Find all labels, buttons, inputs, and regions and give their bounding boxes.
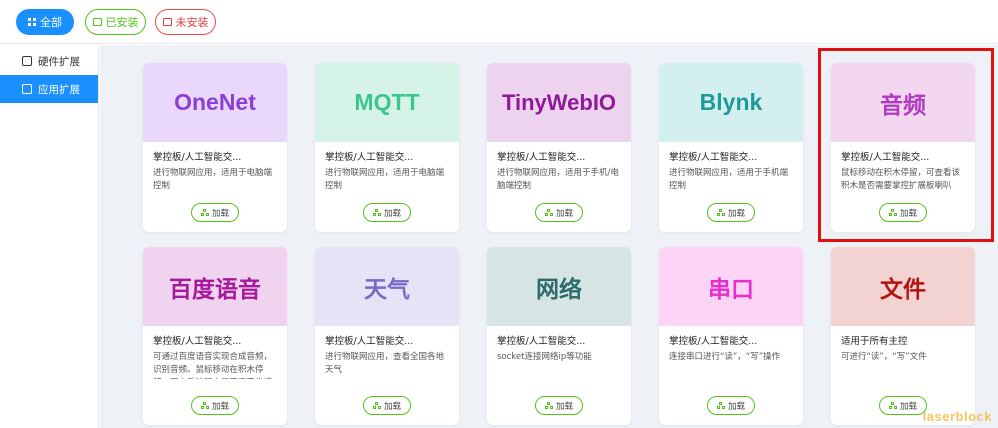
load-button[interactable]: 加载 xyxy=(879,396,927,415)
network-icon xyxy=(716,209,725,216)
network-icon xyxy=(716,402,725,409)
card-title: 网络 xyxy=(536,275,582,302)
card-title: 天气 xyxy=(364,275,410,302)
extension-card-onenet[interactable]: OneNet 掌控板/人工智能交... 进行物联网应用，适用于电脑端控制 加载 xyxy=(143,63,287,232)
all-filter-label: 全部 xyxy=(40,16,62,29)
load-label: 加载 xyxy=(727,208,745,219)
card-banner: 文件 xyxy=(831,247,975,326)
card-banner: TinyWebIO xyxy=(487,63,631,142)
sidebar: 硬件扩展 应用扩展 xyxy=(0,45,99,428)
card-banner: 天气 xyxy=(315,247,459,326)
highlight-box xyxy=(818,48,994,242)
network-icon xyxy=(888,402,897,409)
load-button[interactable]: 加载 xyxy=(363,203,411,222)
extension-card-network[interactable]: 网络 掌控板/人工智能交... socket连接网络ip等功能 加载 xyxy=(487,247,631,425)
network-icon xyxy=(200,402,209,409)
card-description: 进行物联网应用，适用于手机/电脑端控制 xyxy=(497,168,619,191)
uninstalled-icon xyxy=(162,18,172,26)
card-description: 进行物联网应用，适用于电脑端控制 xyxy=(153,168,273,191)
all-filter-button[interactable]: 全部 xyxy=(16,9,74,35)
card-description: 可通过百度语音实现合成音频，识别音频。鼠标移动在积木停留，可查看该积木是否需要掌… xyxy=(153,352,273,379)
card-category: 适用于所有主控 xyxy=(841,336,908,347)
installed-filter-button[interactable]: 已安装 xyxy=(85,9,146,35)
load-button[interactable]: 加载 xyxy=(535,396,583,415)
uninstalled-filter-button[interactable]: 未安装 xyxy=(155,9,216,35)
load-label: 加载 xyxy=(383,208,401,219)
load-label: 加载 xyxy=(899,401,917,412)
card-description: 连接串口进行“读”，“写”操作 xyxy=(669,352,781,362)
card-description: 进行物联网应用，适用于手机端控制 xyxy=(669,168,789,191)
card-banner: 网络 xyxy=(487,247,631,326)
load-label: 加载 xyxy=(727,401,745,412)
network-icon xyxy=(372,209,381,216)
sidebar-item-application[interactable]: 应用扩展 xyxy=(0,75,98,103)
sidebar-item-hardware[interactable]: 硬件扩展 xyxy=(0,47,98,75)
card-title: Blynk xyxy=(699,89,763,115)
card-title: 文件 xyxy=(880,275,926,302)
card-category: 掌控板/人工智能交... xyxy=(153,152,242,163)
load-button[interactable]: 加载 xyxy=(363,396,411,415)
card-banner: OneNet xyxy=(143,63,287,142)
card-title: TinyWebIO xyxy=(501,89,617,115)
extension-card-tinywebio[interactable]: TinyWebIO 掌控板/人工智能交... 进行物联网应用，适用于手机/电脑端… xyxy=(487,63,631,232)
installed-filter-label: 已安装 xyxy=(105,16,139,29)
card-category: 掌控板/人工智能交... xyxy=(325,152,414,163)
extension-card-mqtt[interactable]: MQTT 掌控板/人工智能交... 进行物联网应用，适用于电脑端控制 加载 xyxy=(315,63,459,232)
card-description: socket连接网络ip等功能 xyxy=(497,352,592,362)
sidebar-item-label: 应用扩展 xyxy=(38,83,80,96)
network-icon xyxy=(200,209,209,216)
card-description: 可进行“读”，“写”文件 xyxy=(841,352,927,362)
load-button[interactable]: 加载 xyxy=(707,396,755,415)
watermark: laserblock xyxy=(922,409,992,424)
card-category: 掌控板/人工智能交... xyxy=(497,336,586,347)
load-button[interactable]: 加载 xyxy=(707,203,755,222)
card-title: MQTT xyxy=(354,89,420,115)
extension-card-blynk[interactable]: Blynk 掌控板/人工智能交... 进行物联网应用，适用于手机端控制 加载 xyxy=(659,63,803,232)
uninstalled-filter-label: 未安装 xyxy=(175,16,209,29)
network-icon xyxy=(544,402,553,409)
card-category: 掌控板/人工智能交... xyxy=(325,336,414,347)
card-title: OneNet xyxy=(174,89,256,115)
load-label: 加载 xyxy=(211,401,229,412)
card-title: 百度语音 xyxy=(169,275,261,302)
top-filter-bar: 全部 已安装 未安装 xyxy=(0,0,998,44)
load-label: 加载 xyxy=(211,208,229,219)
installed-icon xyxy=(92,18,102,26)
card-category: 掌控板/人工智能交... xyxy=(497,152,586,163)
card-banner: MQTT xyxy=(315,63,459,142)
extension-card-weather[interactable]: 天气 掌控板/人工智能交... 进行物联网应用，查看全国各地天气 加载 xyxy=(315,247,459,425)
card-banner: Blynk xyxy=(659,63,803,142)
card-banner: 串口 xyxy=(659,247,803,326)
card-category: 掌控板/人工智能交... xyxy=(153,336,242,347)
network-icon xyxy=(544,209,553,216)
extension-card-baidu-voice[interactable]: 百度语音 掌控板/人工智能交... 可通过百度语音实现合成音频，识别音频。鼠标移… xyxy=(143,247,287,425)
load-button[interactable]: 加载 xyxy=(191,203,239,222)
load-label: 加载 xyxy=(383,401,401,412)
grid-icon xyxy=(28,18,36,26)
extension-card-file[interactable]: 文件 适用于所有主控 可进行“读”，“写”文件 加载 xyxy=(831,247,975,425)
sidebar-item-label: 硬件扩展 xyxy=(38,55,80,68)
card-title: 串口 xyxy=(708,275,754,302)
application-icon xyxy=(22,84,32,94)
hardware-icon xyxy=(22,56,32,66)
load-button[interactable]: 加载 xyxy=(535,203,583,222)
extension-card-serial[interactable]: 串口 掌控板/人工智能交... 连接串口进行“读”，“写”操作 加载 xyxy=(659,247,803,425)
card-description: 进行物联网应用，适用于电脑端控制 xyxy=(325,168,445,191)
card-banner: 百度语音 xyxy=(143,247,287,326)
load-label: 加载 xyxy=(555,401,573,412)
card-description: 进行物联网应用，查看全国各地天气 xyxy=(325,352,445,375)
card-category: 掌控板/人工智能交... xyxy=(669,152,758,163)
card-category: 掌控板/人工智能交... xyxy=(669,336,758,347)
load-label: 加载 xyxy=(555,208,573,219)
network-icon xyxy=(372,402,381,409)
load-button[interactable]: 加载 xyxy=(191,396,239,415)
